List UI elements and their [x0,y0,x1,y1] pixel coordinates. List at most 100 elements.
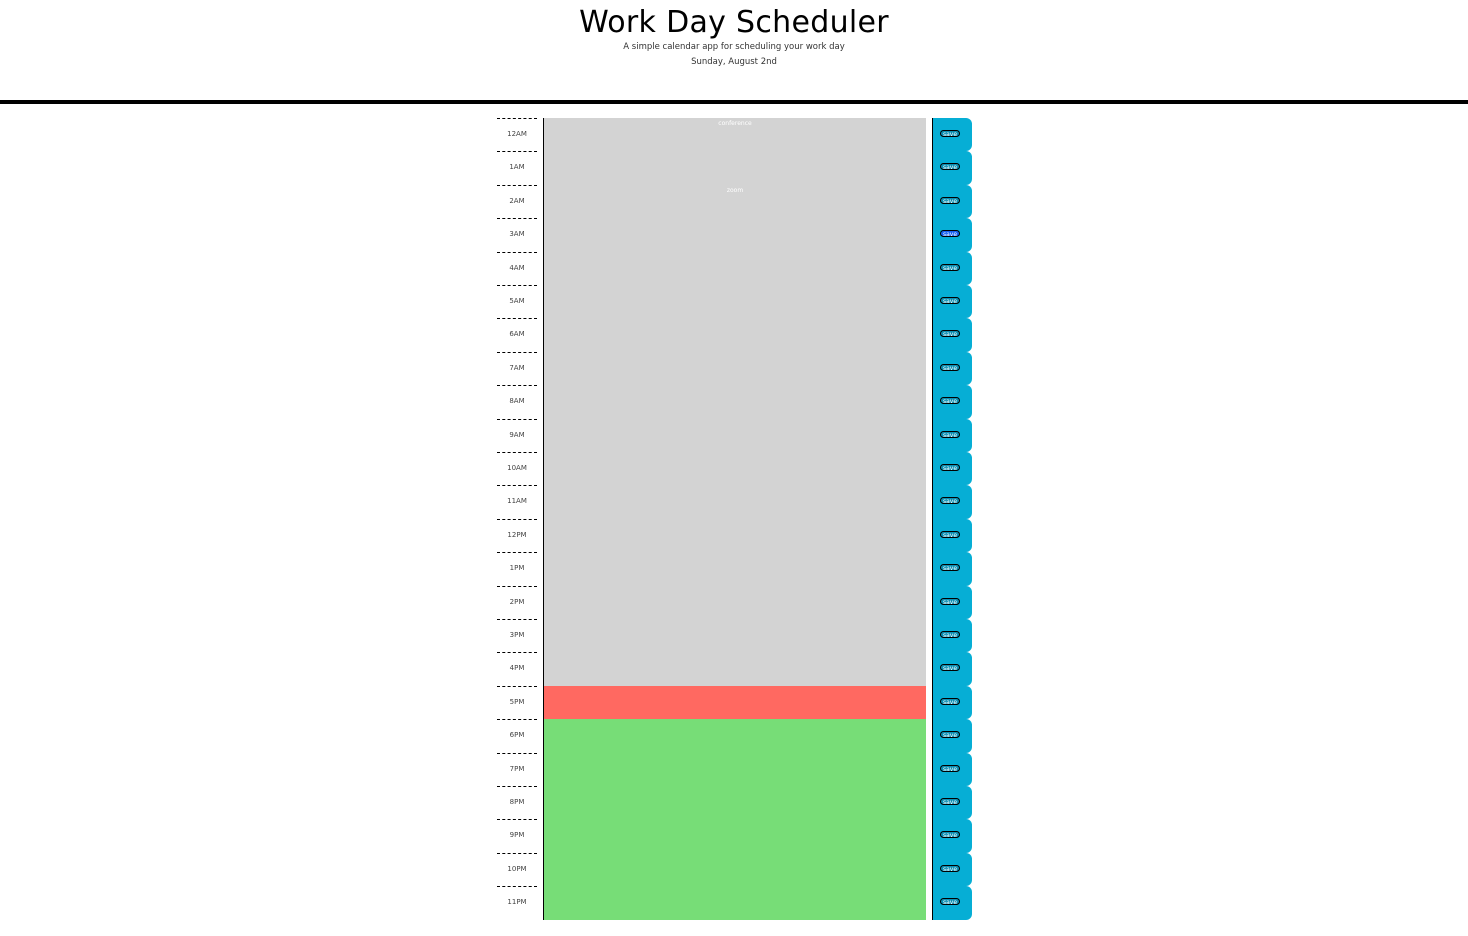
event-description-field[interactable] [543,786,926,820]
event-description-field[interactable] [543,452,926,486]
event-description-field[interactable] [543,685,926,720]
event-description-field[interactable] [543,285,926,319]
event-description-field[interactable] [543,552,926,586]
save-button[interactable]: save [940,798,960,806]
hour-label: 6PM [497,719,537,752]
save-button[interactable]: save [940,898,960,906]
hour-label: 5PM [497,685,537,719]
time-block: 10PM save [497,852,973,887]
event-description-field[interactable] [543,351,926,386]
hour-label: 4AM [497,251,537,285]
event-description-field[interactable] [543,719,926,753]
time-blocks-container: 12AM conference save 1AM save 2AM zoom save 3AM s… [497,118,973,923]
event-description-field[interactable]: conference [543,118,926,152]
save-cell: save [932,251,972,285]
save-button[interactable]: save [940,163,960,171]
save-cell: save [932,886,972,920]
time-block: 5AM save [497,285,973,319]
hour-label: 3AM [497,218,537,251]
save-cell: save [932,285,972,319]
event-description-field[interactable] [543,251,926,285]
event-description-field[interactable] [543,518,926,553]
event-description-field[interactable] [543,218,926,252]
hour-label: 10AM [497,452,537,485]
save-cell: save [932,351,972,386]
event-description-field[interactable] [543,385,926,419]
save-button[interactable]: save [940,564,960,572]
save-cell: save [932,819,972,853]
hour-label: 6AM [497,318,537,351]
save-button[interactable]: save [940,130,960,138]
time-block: 3AM save [497,218,973,252]
event-description-field[interactable] [543,819,926,853]
save-cell: save [932,485,972,519]
save-cell: save [932,652,972,686]
current-day: Sunday, August 2nd [691,57,777,67]
save-button[interactable]: save [940,697,960,706]
save-button[interactable]: save [940,731,960,739]
time-block: 10AM save [497,452,973,486]
save-button[interactable]: save [940,530,960,539]
hour-label: 7AM [497,351,537,385]
event-description-field[interactable] [543,852,926,887]
time-block: 5PM save [497,685,973,720]
event-description-field[interactable] [543,318,926,352]
hour-label: 1PM [497,552,537,585]
save-button[interactable]: save [940,764,960,773]
save-button[interactable]: save [940,330,960,338]
page-subtitle: A simple calendar app for scheduling you… [623,42,845,52]
save-cell: save [932,151,972,185]
save-button[interactable]: save [940,196,960,205]
hour-label: 11AM [497,485,537,518]
time-block: 12PM save [497,518,973,553]
save-button[interactable]: save [940,430,960,439]
hour-label: 11PM [497,886,537,919]
save-button[interactable]: save [940,363,960,372]
save-button[interactable]: save [940,864,960,873]
hour-label: 12PM [497,518,537,552]
event-description-field[interactable] [543,418,926,452]
save-button[interactable]: save [940,597,960,606]
save-button[interactable]: save [940,397,960,405]
save-button[interactable]: save [940,263,960,272]
save-cell: save [932,585,972,619]
time-block: 1AM save [497,151,973,185]
time-block: 2PM save [497,585,973,619]
time-block: 8PM save [497,786,973,820]
hour-label: 9AM [497,418,537,452]
time-block: 1PM save [497,552,973,586]
hour-label: 12AM [497,118,537,151]
event-description-field[interactable] [543,585,926,619]
page-title: Work Day Scheduler [579,5,889,40]
event-description-field[interactable] [543,752,926,786]
time-block: 8AM save [497,385,973,419]
save-cell: save [932,118,972,152]
save-cell: save [932,619,972,653]
save-button[interactable]: save [940,831,960,839]
event-description-field[interactable] [543,485,926,519]
event-description-field[interactable] [543,652,926,686]
event-description-field[interactable] [543,886,926,920]
hour-label: 8PM [497,786,537,819]
hour-label: 9PM [497,819,537,852]
save-button[interactable]: save [940,230,960,238]
save-cell: save [932,719,972,753]
save-button[interactable]: save [940,631,960,639]
event-description-field[interactable] [543,151,926,185]
event-description-field[interactable]: zoom [543,184,926,219]
time-block: 11PM save [497,886,973,920]
save-cell: save [932,452,972,486]
save-cell: save [932,552,972,586]
save-cell: save [932,852,972,887]
save-button[interactable]: save [940,664,960,672]
time-block: 6PM save [497,719,973,753]
save-cell: save [932,184,972,219]
save-cell: save [932,418,972,452]
hour-label: 2AM [497,184,537,218]
save-button[interactable]: save [940,497,960,505]
save-button[interactable]: save [940,297,960,305]
hour-label: 3PM [497,619,537,652]
save-cell: save [932,318,972,352]
save-button[interactable]: save [940,464,960,472]
event-description-field[interactable] [543,619,926,653]
